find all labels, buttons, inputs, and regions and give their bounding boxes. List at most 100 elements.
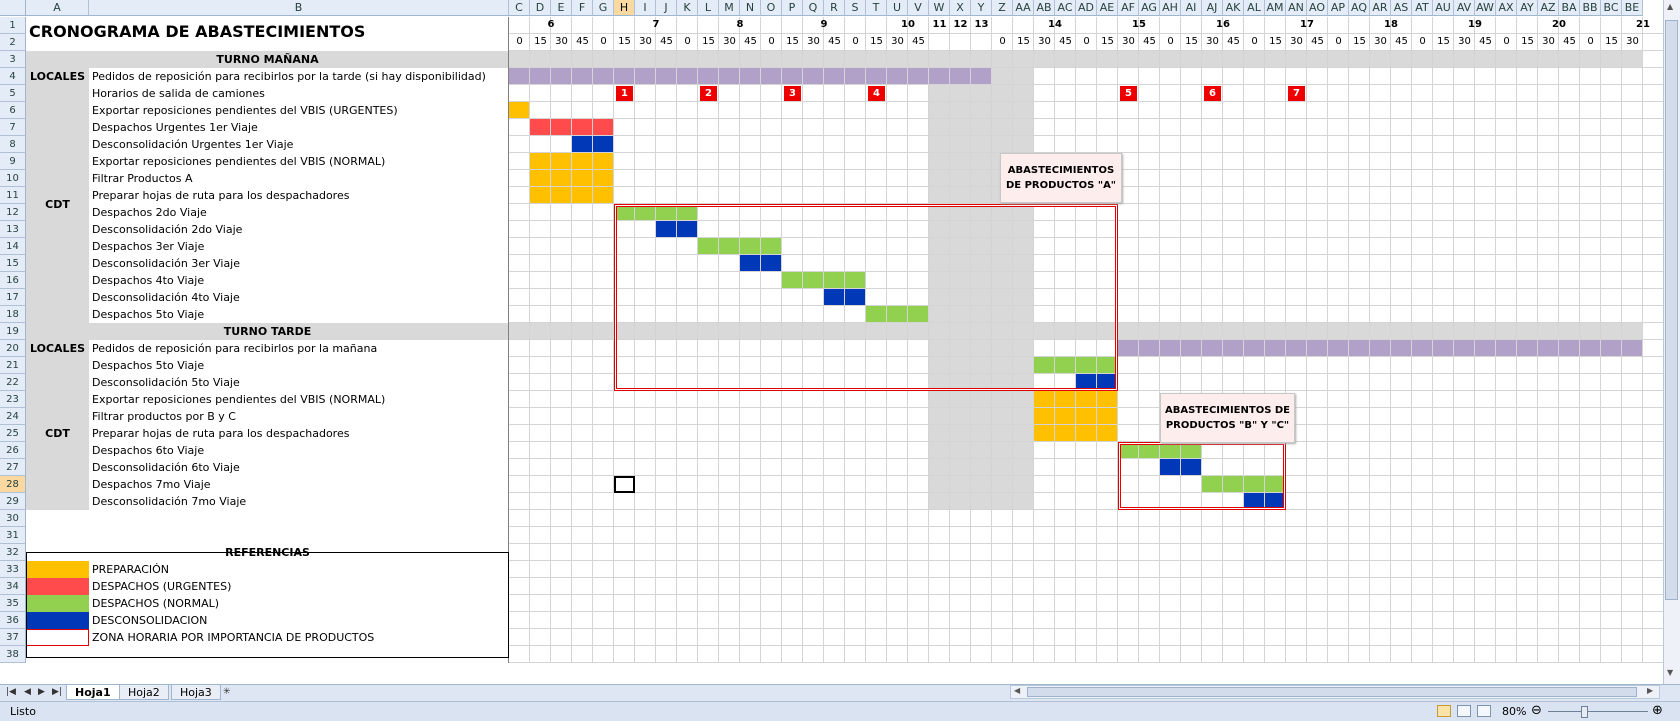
column-header[interactable]: AL bbox=[1244, 0, 1265, 16]
horizontal-scroll-thumb[interactable] bbox=[1027, 687, 1637, 697]
callout-products-a[interactable]: ABASTECIMIENTOS DE PRODUCTOS "A" bbox=[1000, 153, 1122, 203]
column-header[interactable]: Y bbox=[971, 0, 992, 16]
column-header[interactable]: N bbox=[740, 0, 761, 16]
column-header[interactable]: F bbox=[572, 0, 593, 16]
column-header[interactable]: H bbox=[614, 0, 635, 16]
row-header[interactable]: 3 bbox=[0, 51, 26, 68]
column-header[interactable]: V bbox=[908, 0, 929, 16]
column-header[interactable]: B bbox=[89, 0, 509, 16]
row-header[interactable]: 5 bbox=[0, 85, 26, 102]
row-header[interactable]: 22 bbox=[0, 374, 26, 391]
column-header[interactable]: J bbox=[656, 0, 677, 16]
zoom-slider[interactable] bbox=[1548, 711, 1648, 712]
row-header[interactable]: 19 bbox=[0, 323, 26, 340]
column-header[interactable]: BE bbox=[1622, 0, 1643, 16]
column-header[interactable]: AP bbox=[1328, 0, 1349, 16]
row-header[interactable]: 2 bbox=[0, 34, 26, 51]
column-header[interactable]: BB bbox=[1580, 0, 1601, 16]
row-header[interactable]: 33 bbox=[0, 561, 26, 578]
column-header[interactable]: AI bbox=[1181, 0, 1202, 16]
prev-sheet-icon[interactable]: ◀ bbox=[24, 687, 31, 697]
select-all-corner[interactable] bbox=[0, 0, 26, 16]
column-header[interactable]: AQ bbox=[1349, 0, 1370, 16]
column-header[interactable]: K bbox=[677, 0, 698, 16]
column-header[interactable]: AG bbox=[1139, 0, 1160, 16]
row-header[interactable]: 13 bbox=[0, 221, 26, 238]
column-header[interactable]: AF bbox=[1118, 0, 1139, 16]
scroll-left-icon[interactable]: ◀ bbox=[1014, 686, 1020, 695]
column-header[interactable]: AW bbox=[1475, 0, 1496, 16]
page-layout-view-icon[interactable] bbox=[1457, 705, 1471, 717]
column-header[interactable]: W bbox=[929, 0, 950, 16]
row-header[interactable]: 11 bbox=[0, 187, 26, 204]
column-header[interactable]: AB bbox=[1034, 0, 1055, 16]
row-header[interactable]: 21 bbox=[0, 357, 26, 374]
column-header[interactable]: AN bbox=[1286, 0, 1307, 16]
row-header[interactable]: 36 bbox=[0, 612, 26, 629]
row-header[interactable]: 38 bbox=[0, 646, 26, 663]
scroll-up-icon[interactable]: ▲ bbox=[1667, 2, 1673, 11]
next-sheet-icon[interactable]: ▶ bbox=[38, 687, 45, 697]
column-header[interactable]: BA bbox=[1559, 0, 1580, 16]
insert-sheet-icon[interactable]: ✳ bbox=[223, 687, 231, 697]
column-header[interactable]: P bbox=[782, 0, 803, 16]
row-header[interactable]: 35 bbox=[0, 595, 26, 612]
active-cell-cursor[interactable] bbox=[614, 476, 635, 493]
column-header[interactable]: AZ bbox=[1538, 0, 1559, 16]
column-header[interactable]: AE bbox=[1097, 0, 1118, 16]
column-header[interactable]: BC bbox=[1601, 0, 1622, 16]
column-header[interactable]: AC bbox=[1055, 0, 1076, 16]
vertical-scroll-thumb[interactable] bbox=[1665, 20, 1678, 600]
zoom-level[interactable]: 80% bbox=[1502, 705, 1526, 718]
tab-hoja2[interactable]: Hoja2 bbox=[119, 685, 169, 700]
column-header[interactable]: X bbox=[950, 0, 971, 16]
row-header[interactable]: 31 bbox=[0, 527, 26, 544]
column-header[interactable]: AM bbox=[1265, 0, 1286, 16]
column-header[interactable]: AR bbox=[1370, 0, 1391, 16]
row-header[interactable]: 4 bbox=[0, 68, 26, 85]
tab-hoja1[interactable]: Hoja1 bbox=[66, 685, 120, 700]
zoom-in-icon[interactable]: ⊕ bbox=[1652, 703, 1663, 718]
column-header[interactable]: AD bbox=[1076, 0, 1097, 16]
row-header[interactable]: 34 bbox=[0, 578, 26, 595]
column-header[interactable]: AS bbox=[1391, 0, 1412, 16]
column-header[interactable]: AV bbox=[1454, 0, 1475, 16]
row-header[interactable]: 25 bbox=[0, 425, 26, 442]
row-header[interactable]: 23 bbox=[0, 391, 26, 408]
zoom-out-icon[interactable]: ⊖ bbox=[1531, 703, 1542, 718]
row-header[interactable]: 8 bbox=[0, 136, 26, 153]
column-header[interactable]: O bbox=[761, 0, 782, 16]
column-header[interactable]: Z bbox=[992, 0, 1013, 16]
column-header[interactable]: C bbox=[509, 0, 530, 16]
row-header[interactable]: 37 bbox=[0, 629, 26, 646]
page-break-view-icon[interactable] bbox=[1477, 705, 1491, 717]
row-header[interactable]: 27 bbox=[0, 459, 26, 476]
row-header[interactable]: 10 bbox=[0, 170, 26, 187]
spreadsheet-grid[interactable]: A B C D E F G H I J K L M N O P Q R S T U V W X Y Z AA AB AC AD AE AF AG… bbox=[0, 0, 1680, 684]
vertical-scrollbar[interactable]: ▲ ▼ bbox=[1663, 0, 1680, 684]
zoom-slider-thumb[interactable] bbox=[1581, 706, 1588, 718]
column-header[interactable]: R bbox=[824, 0, 845, 16]
column-header[interactable]: AO bbox=[1307, 0, 1328, 16]
column-header[interactable]: E bbox=[551, 0, 572, 16]
column-header[interactable]: AA bbox=[1013, 0, 1034, 16]
row-header[interactable]: 15 bbox=[0, 255, 26, 272]
row-header[interactable]: 20 bbox=[0, 340, 26, 357]
column-header[interactable]: L bbox=[698, 0, 719, 16]
column-header[interactable]: AK bbox=[1223, 0, 1244, 16]
scroll-right-icon[interactable]: ▶ bbox=[1647, 686, 1653, 695]
column-header[interactable]: U bbox=[887, 0, 908, 16]
row-header[interactable]: 18 bbox=[0, 306, 26, 323]
row-header[interactable]: 30 bbox=[0, 510, 26, 527]
column-header[interactable]: G bbox=[593, 0, 614, 16]
column-header[interactable]: T bbox=[866, 0, 887, 16]
last-sheet-icon[interactable]: ▶| bbox=[52, 687, 62, 697]
row-header[interactable]: 24 bbox=[0, 408, 26, 425]
column-header[interactable]: I bbox=[635, 0, 656, 16]
tab-hoja3[interactable]: Hoja3 bbox=[171, 685, 221, 700]
column-header[interactable]: AH bbox=[1160, 0, 1181, 16]
row-header[interactable]: 9 bbox=[0, 153, 26, 170]
column-header[interactable]: A bbox=[26, 0, 89, 16]
row-header[interactable]: 26 bbox=[0, 442, 26, 459]
column-header[interactable]: AY bbox=[1517, 0, 1538, 16]
